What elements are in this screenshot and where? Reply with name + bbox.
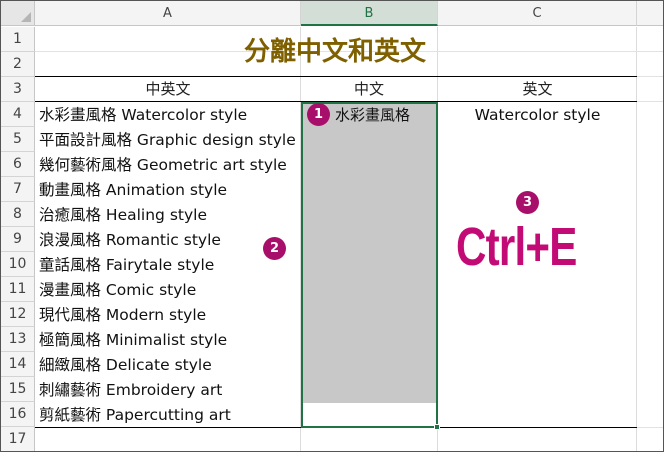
row-header-15[interactable]: 15	[1, 377, 35, 402]
row-header-7[interactable]: 7	[1, 177, 35, 202]
row-header-4[interactable]: 4	[1, 102, 35, 127]
cell-a8[interactable]: 治癒風格 Healing style	[39, 203, 207, 228]
row-header-16[interactable]: 16	[1, 402, 35, 427]
header-mixed[interactable]: 中英文	[35, 77, 301, 102]
row-header-9[interactable]: 9	[1, 227, 35, 252]
row-header-2[interactable]: 2	[1, 52, 35, 77]
row-header-13[interactable]: 13	[1, 327, 35, 352]
select-all-button[interactable]	[1, 1, 35, 26]
row-header-14[interactable]: 14	[1, 352, 35, 377]
sheet-title: 分離中文和英文	[243, 37, 426, 67]
cell-a12[interactable]: 現代風格 Modern style	[39, 303, 206, 328]
step-badge-2: 2	[263, 237, 286, 260]
column-header-next[interactable]	[637, 1, 663, 26]
cell-a5[interactable]: 平面設計風格 Graphic design style	[39, 128, 296, 153]
fill-handle[interactable]	[434, 424, 440, 430]
row-header-8[interactable]: 8	[1, 202, 35, 227]
row-header-6[interactable]: 6	[1, 152, 35, 177]
selection-range-b4-b16[interactable]	[301, 102, 438, 428]
grid-line	[637, 101, 663, 102]
cell-a13[interactable]: 極簡風格 Minimalist style	[39, 328, 227, 353]
cell-a7[interactable]: 動畫風格 Animation style	[39, 178, 227, 203]
cell-a9[interactable]: 浪漫風格 Romantic style	[39, 228, 221, 253]
row-header-3[interactable]: 3	[1, 77, 35, 102]
spreadsheet-window: A B C 1 2 3 4 5 6 7 8 9 10 11 12 13 14 1…	[0, 0, 664, 452]
cell-a16[interactable]: 剪紙藝術 Papercutting art	[39, 403, 231, 428]
row-header-10[interactable]: 10	[1, 252, 35, 277]
cell-a14[interactable]: 細緻風格 Delicate style	[39, 353, 212, 378]
step-badge-1: 1	[307, 103, 330, 126]
cell-a10[interactable]: 童話風格 Fairytale style	[39, 253, 214, 278]
step-badge-3: 3	[516, 191, 539, 214]
row-header-17[interactable]: 17	[1, 427, 35, 451]
cell-a11[interactable]: 漫畫風格 Comic style	[39, 278, 196, 303]
row-header-1[interactable]: 1	[1, 27, 35, 52]
row-header-5[interactable]: 5	[1, 127, 35, 152]
column-header-b[interactable]: B	[301, 1, 438, 26]
row-header-12[interactable]: 12	[1, 302, 35, 327]
cell-a15[interactable]: 刺繡藝術 Embroidery art	[39, 378, 222, 403]
cell-a4[interactable]: 水彩畫風格 Watercolor style	[39, 103, 247, 128]
cell-c4[interactable]: Watercolor style	[438, 103, 637, 128]
header-chinese[interactable]: 中文	[301, 77, 437, 102]
header-english[interactable]: 英文	[438, 77, 637, 102]
grid-line	[637, 76, 663, 77]
row-header-11[interactable]: 11	[1, 277, 35, 302]
shortcut-label: Ctrl+E	[456, 217, 577, 277]
cell-a6[interactable]: 幾何藝術風格 Geometric art style	[39, 153, 287, 178]
column-header-a[interactable]: A	[35, 1, 301, 26]
column-header-c[interactable]: C	[438, 1, 637, 26]
